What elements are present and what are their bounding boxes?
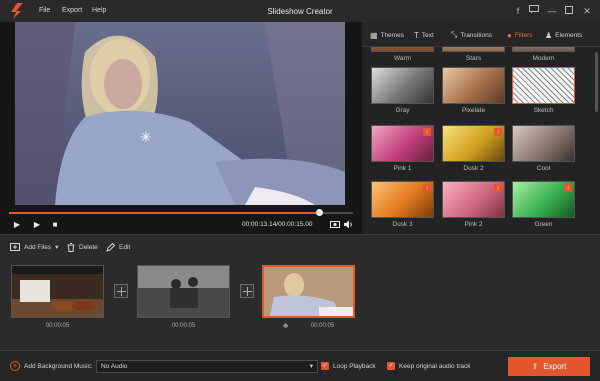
- filter-green[interactable]: ↓ Green: [512, 181, 575, 228]
- tab-filters[interactable]: ● Filters: [507, 30, 533, 40]
- clip-duration: 00:00:05: [171, 323, 196, 329]
- add-transition-icon[interactable]: [114, 284, 128, 298]
- filter-pixelate[interactable]: Pixelate: [442, 67, 505, 114]
- trash-icon: [67, 243, 75, 252]
- seek-progress: [9, 212, 319, 214]
- filter-modern[interactable]: Modern: [512, 47, 575, 62]
- filter-warm[interactable]: Warm: [371, 47, 434, 62]
- tab-elements[interactable]: ♟ Elements: [545, 30, 582, 40]
- filter-gray[interactable]: Gray: [371, 67, 434, 114]
- filter-thumbnail: [512, 125, 575, 162]
- stop-icon[interactable]: ■: [50, 220, 60, 230]
- tab-transitions[interactable]: ⤡ Transitions: [451, 30, 492, 40]
- seek-handle[interactable]: [315, 209, 323, 216]
- text-icon: T: [414, 30, 419, 40]
- filter-thumbnail: [442, 47, 505, 52]
- effects-tabs: ▦ Themes T Text ⤡ Transitions ● Filters ♟ Ele…: [362, 22, 600, 47]
- filter-stars[interactable]: Stars: [442, 47, 505, 62]
- add-transition-icon[interactable]: [240, 284, 254, 298]
- grid-icon: ▦: [370, 30, 378, 40]
- minimize-icon[interactable]: —: [546, 5, 558, 17]
- filter-thumbnail: ↓: [371, 125, 434, 162]
- background-music-label: Add Background Music:: [24, 363, 93, 370]
- tab-themes[interactable]: ▦ Themes: [370, 30, 404, 40]
- filter-pink-2[interactable]: ↓ Pink 2: [442, 181, 505, 228]
- checkmark-icon: ✓: [387, 362, 395, 370]
- preview-image: ✳: [15, 22, 345, 205]
- filter-thumbnail: [371, 67, 434, 104]
- export-icon: ⇪: [531, 362, 539, 371]
- filter-thumbnail: ↓: [371, 181, 434, 218]
- clip-duration: 00:00:05: [310, 323, 335, 329]
- edit-toolbar: Add Files ▾ Delete Edit: [0, 234, 600, 258]
- bottom-bar: + Add Background Music: No Audio ▾ ✓ Loo…: [0, 350, 600, 381]
- download-icon[interactable]: ↓: [564, 184, 572, 192]
- filters-grid: Warm Stars Modern Gray Pixelate Sketch ↓: [362, 47, 594, 234]
- download-icon[interactable]: ↓: [494, 128, 502, 136]
- maximize-icon[interactable]: [563, 5, 575, 17]
- add-files-button[interactable]: Add Files ▾: [10, 243, 58, 251]
- delete-button[interactable]: Delete: [67, 243, 98, 252]
- clip-1[interactable]: [11, 265, 104, 318]
- filter-thumbnail: [512, 67, 575, 104]
- clip-duration: 00:00:05: [45, 323, 70, 329]
- filter-pink-1[interactable]: ↓ Pink 1: [371, 125, 434, 172]
- download-icon[interactable]: ↓: [423, 128, 431, 136]
- add-files-icon: [10, 243, 20, 251]
- filters-icon: ●: [507, 30, 512, 40]
- close-icon[interactable]: ✕: [581, 5, 593, 17]
- filter-thumbnail: [371, 47, 434, 52]
- snapshot-icon[interactable]: [330, 220, 340, 230]
- download-icon[interactable]: ↓: [494, 184, 502, 192]
- effects-panel: ▦ Themes T Text ⤡ Transitions ● Filters ♟ Ele…: [362, 22, 600, 234]
- checkmark-icon: ✓: [321, 362, 329, 370]
- download-icon[interactable]: ↓: [423, 184, 431, 192]
- clip-2[interactable]: [137, 265, 230, 318]
- chevron-down-icon: ▾: [309, 363, 313, 370]
- add-music-icon[interactable]: +: [10, 361, 20, 371]
- filter-cool[interactable]: Cool: [512, 125, 575, 172]
- chevron-down-icon[interactable]: ▾: [55, 243, 58, 251]
- export-button[interactable]: ⇪ Export: [508, 357, 590, 376]
- filter-dusk-3[interactable]: ↓ Dusk 3: [371, 181, 434, 228]
- tab-text[interactable]: T Text: [414, 30, 434, 40]
- elements-icon: ♟: [545, 30, 553, 40]
- filter-dusk-2[interactable]: ↓ Dusk 2: [442, 125, 505, 172]
- play-icon[interactable]: ▶: [32, 220, 42, 230]
- facebook-icon[interactable]: f: [512, 5, 524, 17]
- loop-playback-checkbox[interactable]: ✓ Loop Playback: [321, 362, 376, 370]
- filter-sketch[interactable]: Sketch: [512, 67, 575, 114]
- title-bar: File Export Help Slideshow Creator f — ✕: [0, 0, 600, 22]
- keep-audio-checkbox[interactable]: ✓ Keep original audio track: [387, 362, 471, 370]
- feedback-icon[interactable]: [528, 5, 540, 17]
- timecode: 00:00:13.14/00:00:15.00: [242, 221, 313, 228]
- filters-scrollbar[interactable]: [595, 52, 598, 112]
- volume-icon[interactable]: [344, 220, 354, 230]
- edit-icon: [106, 243, 115, 252]
- svg-text:✳: ✳: [140, 130, 152, 146]
- clip-3[interactable]: [262, 265, 355, 318]
- filter-thumbnail: [442, 67, 505, 104]
- storyboard: 00:00:05 00:00:05 00:00:05 ♣: [0, 258, 600, 350]
- filter-thumbnail: [512, 47, 575, 52]
- prev-frame-icon[interactable]: ▶︎: [12, 220, 22, 230]
- edit-button[interactable]: Edit: [106, 243, 130, 252]
- preview-panel: ✳ ▶︎ ▶ ■ 00:00:13.14/00:00:15.00: [0, 22, 362, 234]
- filter-thumbnail: ↓: [512, 181, 575, 218]
- filter-thumbnail: ↓: [442, 181, 505, 218]
- filter-applied-icon: ♣: [283, 321, 289, 330]
- transitions-icon: ⤡: [451, 30, 458, 39]
- seek-bar[interactable]: [9, 209, 353, 216]
- audio-select[interactable]: No Audio ▾: [96, 360, 318, 373]
- window-title: Slideshow Creator: [267, 7, 333, 16]
- filter-thumbnail: ↓: [442, 125, 505, 162]
